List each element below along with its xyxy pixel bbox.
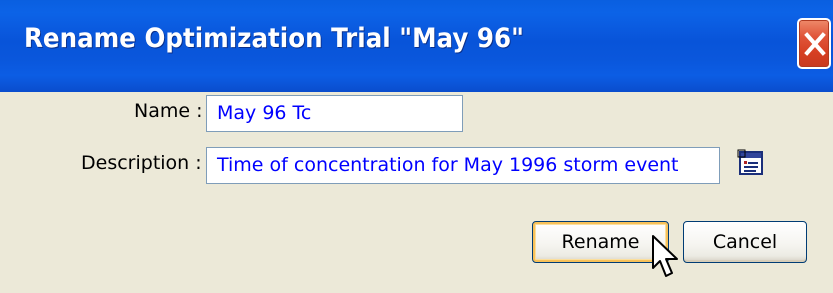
dialog-content: Name : May 96 Tc Description : Time of c… [0,92,833,293]
close-button[interactable] [797,18,831,69]
name-label: Name : [134,100,203,122]
close-icon [804,32,826,56]
rename-optimization-trial-dialog: Rename Optimization Trial "May 96" Name … [0,0,833,293]
cancel-button[interactable]: Cancel [683,221,807,263]
name-field[interactable]: May 96 Tc [206,95,463,132]
dialog-title-bar[interactable]: Rename Optimization Trial "May 96" [0,0,833,92]
description-field[interactable]: Time of concentration for May 1996 storm… [206,147,720,184]
rename-button[interactable]: Rename [532,221,669,263]
dialog-title: Rename Optimization Trial "May 96" [24,23,524,54]
text-editor-icon [737,149,763,175]
description-editor-button[interactable] [736,148,766,178]
description-label: Description : [81,152,202,174]
